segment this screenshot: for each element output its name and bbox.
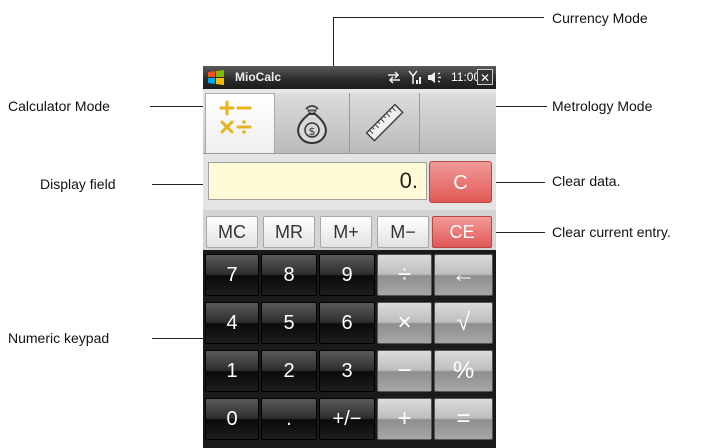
connectivity-icon[interactable] <box>387 71 401 84</box>
numeric-keypad-label: Numeric keypad <box>8 330 110 346</box>
volume-icon[interactable] <box>427 71 443 84</box>
percent-button[interactable]: % <box>434 350 493 392</box>
memory-row: MC MR M+ M− CE <box>203 210 496 250</box>
key-7[interactable]: 7 <box>205 254 259 296</box>
display-field: 0. <box>208 162 427 200</box>
calculator-icon <box>219 100 252 134</box>
equals-button[interactable]: = <box>434 398 493 440</box>
money-bag-icon: $ <box>297 105 327 145</box>
key-2[interactable]: 2 <box>261 350 317 392</box>
tab-calculator-mode[interactable] <box>205 93 275 153</box>
tab-empty <box>420 93 496 153</box>
currency-mode-label: Currency Mode <box>552 10 648 26</box>
currency-leader-h <box>333 17 544 18</box>
display-area: 0. C <box>203 154 496 210</box>
key-5[interactable]: 5 <box>261 302 317 344</box>
key-1[interactable]: 1 <box>205 350 259 392</box>
tab-currency-mode[interactable]: $ <box>275 93 350 153</box>
mr-button[interactable]: MR <box>263 216 315 248</box>
decimal-point-key[interactable]: . <box>261 398 317 440</box>
clear-data-label: Clear data. <box>552 173 621 189</box>
ruler-icon <box>365 103 404 142</box>
mode-tab-bar: $ <box>203 89 496 154</box>
metrology-mode-label: Metrology Mode <box>552 98 653 114</box>
plus-minus-key[interactable]: +/− <box>319 398 375 440</box>
display-field-label: Display field <box>40 176 116 192</box>
svg-text:$: $ <box>309 125 316 138</box>
key-6[interactable]: 6 <box>319 302 375 344</box>
calculator-mode-label: Calculator Mode <box>8 98 110 114</box>
backspace-button[interactable]: ← <box>434 254 493 296</box>
clock: 11:00 <box>451 70 481 84</box>
key-8[interactable]: 8 <box>261 254 317 296</box>
key-3[interactable]: 3 <box>319 350 375 392</box>
key-4[interactable]: 4 <box>205 302 259 344</box>
clear-button[interactable]: C <box>429 161 492 203</box>
signal-icon[interactable] <box>408 70 422 85</box>
clear-entry-label: Clear current entry. <box>552 224 671 240</box>
clear-entry-button[interactable]: CE <box>432 216 492 248</box>
m-plus-button[interactable]: M+ <box>320 216 372 248</box>
tab-metrology-mode[interactable] <box>350 93 420 153</box>
app-title: MioCalc <box>235 70 282 84</box>
title-bar: MioCalc 11:00 ✕ <box>203 66 496 89</box>
multiply-button[interactable]: × <box>377 302 432 344</box>
device-screen: MioCalc 11:00 ✕ $ 0. C MC MR M+ M− CE 7 … <box>203 66 496 448</box>
m-minus-button[interactable]: M− <box>377 216 429 248</box>
square-root-button[interactable]: √ <box>434 302 493 344</box>
key-0[interactable]: 0 <box>205 398 259 440</box>
subtract-button[interactable]: − <box>377 350 432 392</box>
windows-logo-icon[interactable] <box>207 69 225 87</box>
close-button[interactable]: ✕ <box>477 69 493 85</box>
divide-button[interactable]: ÷ <box>377 254 432 296</box>
numeric-keypad: 7 8 9 ÷ ← 4 5 6 × √ 1 2 3 − % 0 . +/− + … <box>203 250 496 448</box>
key-9[interactable]: 9 <box>319 254 375 296</box>
mc-button[interactable]: MC <box>206 216 258 248</box>
display-value: 0. <box>399 168 418 193</box>
add-button[interactable]: + <box>377 398 432 440</box>
